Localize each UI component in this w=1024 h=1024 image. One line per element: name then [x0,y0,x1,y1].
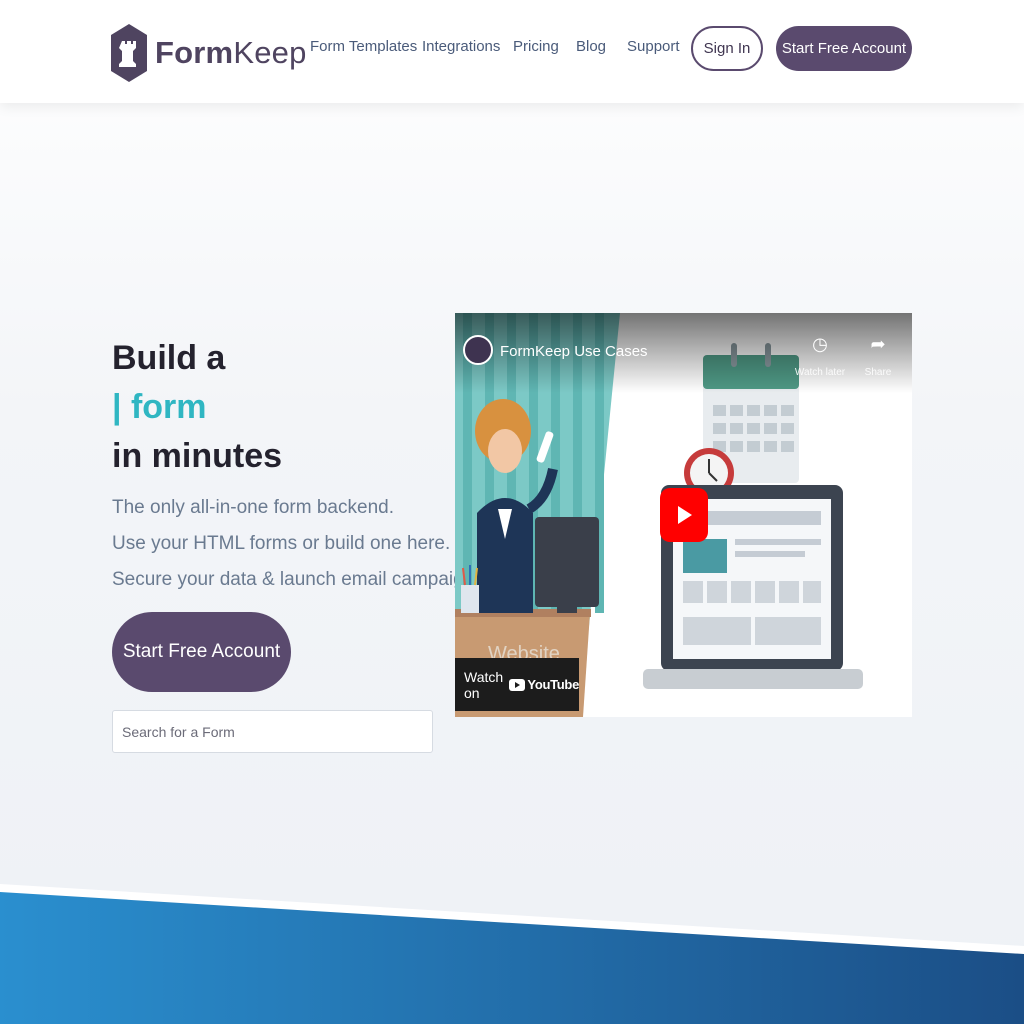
logo-rook-icon [111,24,147,82]
share-arrow-icon: ➦ [870,334,886,354]
hero-subtitle-line: The only all-in-one form backend. [112,497,394,518]
share-button[interactable]: ➦ Share [848,333,908,378]
nav-support[interactable]: Support [627,38,680,55]
sign-in-button[interactable]: Sign In [691,26,763,71]
hero-title: Build a | form in minutes [112,334,282,481]
logo[interactable]: FormKeep [111,24,307,82]
watch-later-label: Watch later [794,367,846,378]
clock-icon: ◷ [812,334,828,354]
hero-title-line1: Build a [112,339,226,377]
hero-title-line3: in minutes [112,437,283,475]
watch-on-youtube-button[interactable]: Watch on YouTube [455,658,579,711]
channel-avatar[interactable] [463,335,493,365]
search-form-input[interactable] [112,710,433,753]
header-start-free-account-button[interactable]: Start Free Account [776,26,912,71]
video-title[interactable]: FormKeep Use Cases [500,343,648,360]
video-embed[interactable]: FormKeep Use Cases ◷ Watch later ➦ Share… [455,313,912,717]
logo-text: FormKeep [155,35,307,70]
hero-subtitle-line: Use your HTML forms or build one here. [112,533,451,554]
youtube-play-icon[interactable] [660,488,708,542]
youtube-logo: YouTube [509,677,579,692]
youtube-icon [509,678,526,691]
nav-pricing[interactable]: Pricing [513,38,559,55]
nav-blog[interactable]: Blog [576,38,606,55]
nav-integrations[interactable]: Integrations [422,38,500,55]
youtube-wordmark: YouTube [527,677,579,692]
nav-form-templates[interactable]: Form Templates [310,38,417,55]
hero-title-typed-word: | form [112,388,207,426]
hero-subtitle: The only all-in-one form backend. Use yo… [112,490,489,598]
watch-on-label: Watch on [464,668,504,701]
site-header: FormKeep Form Templates Integrations Pri… [0,0,1024,103]
footer-wave-band [0,884,1024,1024]
share-label: Share [864,367,892,378]
hero-subtitle-line: Secure your data & launch email campaign… [112,569,490,590]
hero-start-free-account-button[interactable]: Start Free Account [112,612,291,692]
watch-later-button[interactable]: ◷ Watch later [790,333,850,378]
